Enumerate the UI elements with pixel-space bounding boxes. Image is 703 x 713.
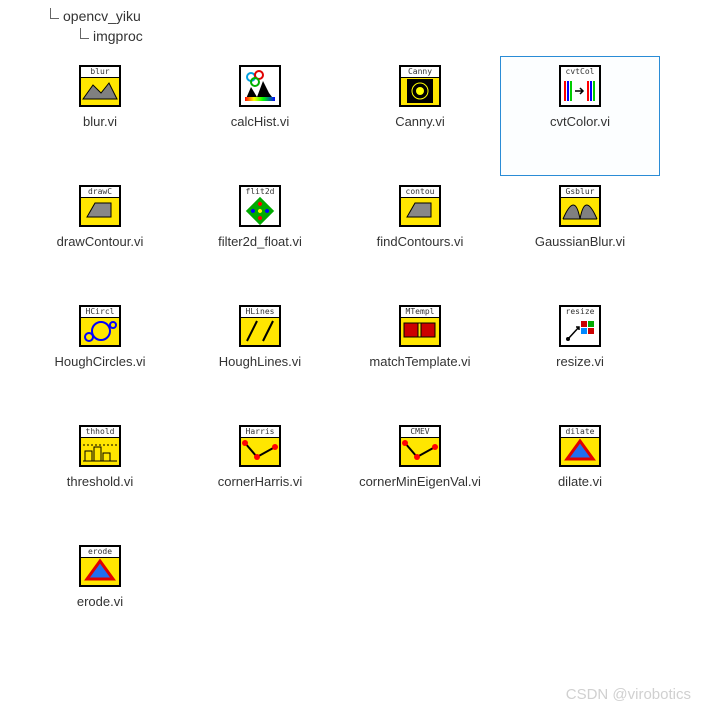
vi-item-label: drawContour.vi bbox=[57, 233, 144, 250]
calcHist-icon bbox=[239, 65, 281, 107]
vi-item-resize-vi[interactable]: resize resize.vi bbox=[500, 296, 660, 416]
vi-item-cornerHarris-vi[interactable]: Harris cornerHarris.vi bbox=[180, 416, 340, 536]
threshold-icon: thhold bbox=[79, 425, 121, 467]
breadcrumb-l1[interactable]: opencv_yiku bbox=[63, 8, 141, 24]
findContours-icon: contou bbox=[399, 185, 441, 227]
vi-item-GaussianBlur-vi[interactable]: Gsblur GaussianBlur.vi bbox=[500, 176, 660, 296]
vi-item-label: matchTemplate.vi bbox=[369, 353, 470, 370]
vi-item-label: findContours.vi bbox=[377, 233, 464, 250]
vi-item-HoughLines-vi[interactable]: HLines HoughLines.vi bbox=[180, 296, 340, 416]
vi-item-calcHist-vi[interactable]: calcHist.vi bbox=[180, 56, 340, 176]
vi-item-label: blur.vi bbox=[83, 113, 117, 130]
vi-item-label: cvtColor.vi bbox=[550, 113, 610, 130]
vi-item-filter2d_float-vi[interactable]: flit2d filter2d_float.vi bbox=[180, 176, 340, 296]
vi-item-dilate-vi[interactable]: dilate dilate.vi bbox=[500, 416, 660, 536]
vi-item-matchTemplate-vi[interactable]: MTempl matchTemplate.vi bbox=[340, 296, 500, 416]
cornerHarris-icon: Harris bbox=[239, 425, 281, 467]
breadcrumb-l2[interactable]: imgproc bbox=[93, 28, 143, 44]
vi-item-blur-vi[interactable]: blur blur.vi bbox=[20, 56, 180, 176]
dilate-icon: dilate bbox=[559, 425, 601, 467]
erode-icon: erode bbox=[79, 545, 121, 587]
cvtColor-icon: cvtCol bbox=[559, 65, 601, 107]
vi-item-label: erode.vi bbox=[77, 593, 123, 610]
watermark: CSDN @virobotics bbox=[566, 686, 691, 703]
vi-item-label: filter2d_float.vi bbox=[218, 233, 302, 250]
vi-item-erode-vi[interactable]: erode erode.vi bbox=[20, 536, 180, 656]
vi-item-drawContour-vi[interactable]: drawC drawContour.vi bbox=[20, 176, 180, 296]
vi-item-label: calcHist.vi bbox=[231, 113, 290, 130]
vi-item-label: threshold.vi bbox=[67, 473, 133, 490]
vi-item-label: cornerMinEigenVal.vi bbox=[359, 473, 481, 490]
resize-icon: resize bbox=[559, 305, 601, 347]
houghLines-icon: HLines bbox=[239, 305, 281, 347]
vi-item-label: cornerHarris.vi bbox=[218, 473, 303, 490]
vi-item-label: GaussianBlur.vi bbox=[535, 233, 625, 250]
vi-item-HoughCircles-vi[interactable]: HCircl HoughCircles.vi bbox=[20, 296, 180, 416]
vi-item-label: Canny.vi bbox=[395, 113, 445, 130]
canny-icon: Canny bbox=[399, 65, 441, 107]
vi-item-label: resize.vi bbox=[556, 353, 604, 370]
blur-icon: blur bbox=[79, 65, 121, 107]
vi-item-label: HoughLines.vi bbox=[219, 353, 301, 370]
breadcrumb: opencv_yiku imgproc bbox=[0, 0, 703, 46]
gaussian-icon: Gsblur bbox=[559, 185, 601, 227]
cornerMEV-icon: CMEV bbox=[399, 425, 441, 467]
filter2d-icon: flit2d bbox=[239, 185, 281, 227]
drawContour-icon: drawC bbox=[79, 185, 121, 227]
vi-item-Canny-vi[interactable]: Canny Canny.vi bbox=[340, 56, 500, 176]
vi-item-label: dilate.vi bbox=[558, 473, 602, 490]
vi-item-threshold-vi[interactable]: thhold threshold.vi bbox=[20, 416, 180, 536]
matchTemplate-icon: MTempl bbox=[399, 305, 441, 347]
vi-item-label: HoughCircles.vi bbox=[54, 353, 145, 370]
vi-item-cvtColor-vi[interactable]: cvtCol cvtColor.vi bbox=[500, 56, 660, 176]
vi-item-findContours-vi[interactable]: contou findContours.vi bbox=[340, 176, 500, 296]
icon-grid: blur blur.vi calcHist.vi Canny Canny.vi cvtCo… bbox=[0, 46, 703, 656]
houghCircles-icon: HCircl bbox=[79, 305, 121, 347]
vi-item-cornerMinEigenVal-vi[interactable]: CMEV cornerMinEigenVal.vi bbox=[340, 416, 500, 536]
